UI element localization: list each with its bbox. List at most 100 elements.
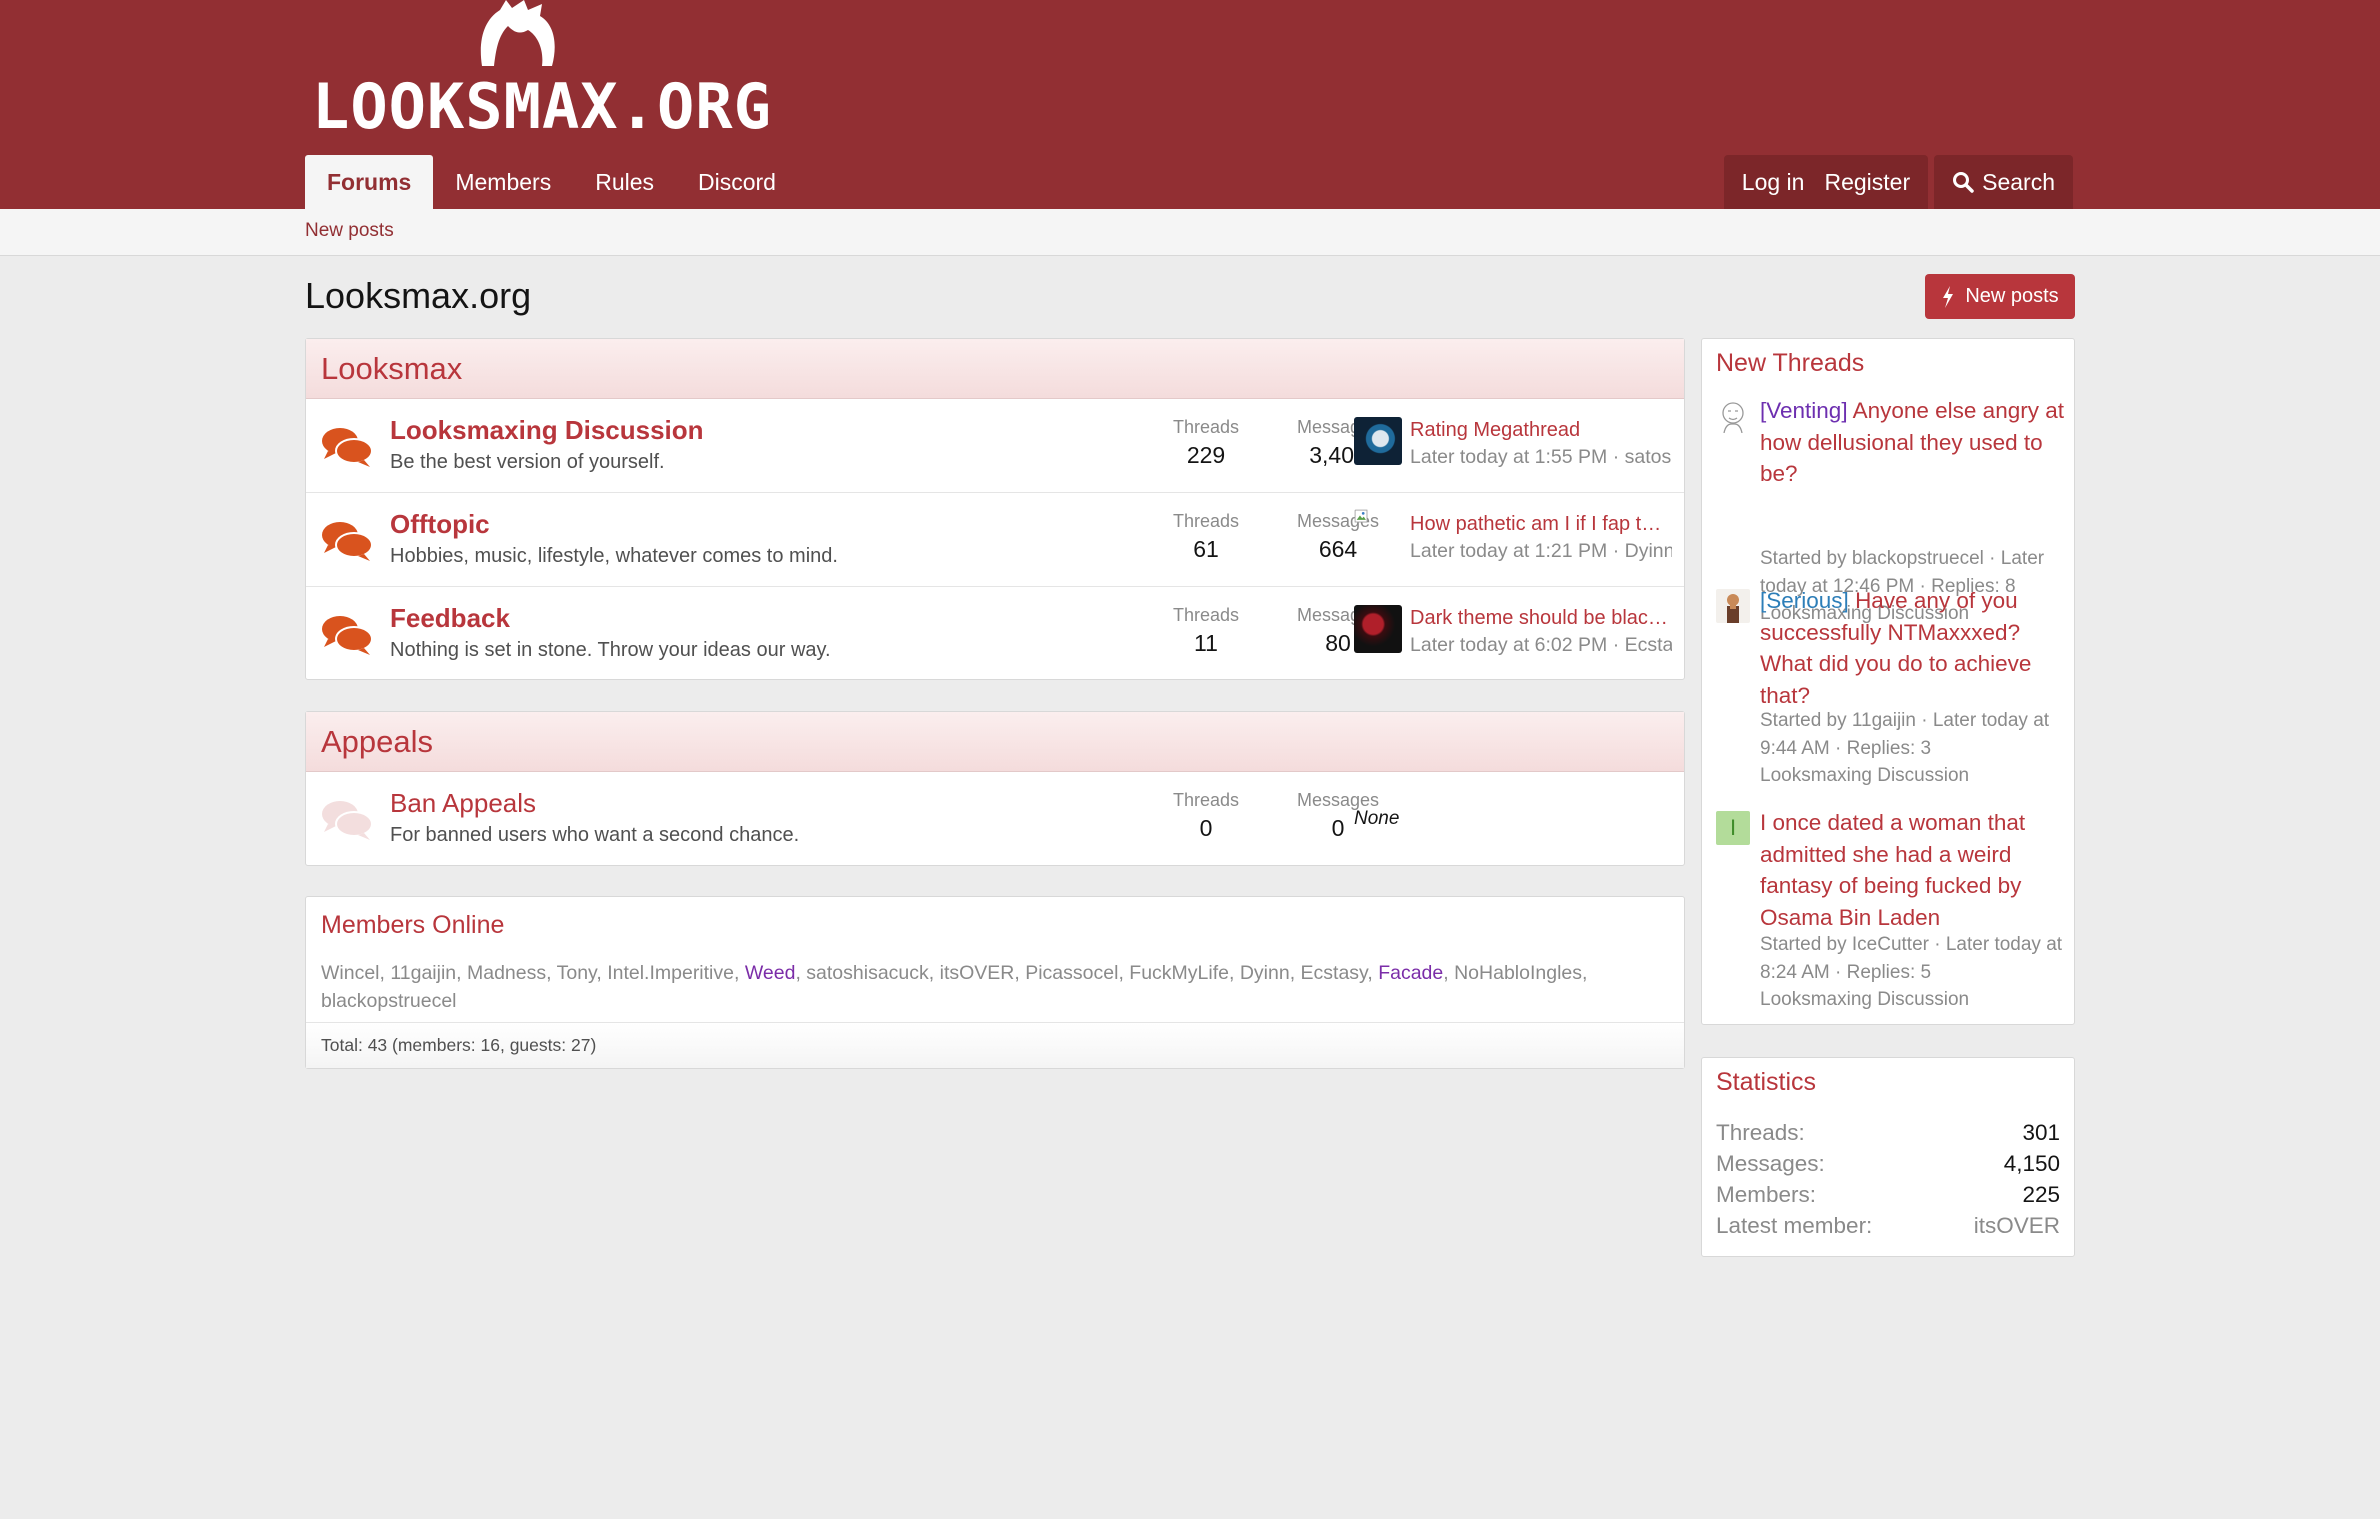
nav-tab-rules[interactable]: Rules xyxy=(573,155,676,209)
member-link[interactable]: Dyinn xyxy=(1240,962,1290,984)
search-label: Search xyxy=(1982,168,2055,195)
member-link[interactable]: Madness xyxy=(467,962,546,984)
thread-title[interactable]: [Venting] Anyone else angry at how dellu… xyxy=(1760,395,2066,490)
members-online-total: Total: 43 (members: 16, guests: 27) xyxy=(306,1022,1684,1068)
logo-text: LOOKSMAX.ORG xyxy=(312,70,772,143)
last-post-title[interactable]: How pathetic am I if I fap to… xyxy=(1410,513,1672,536)
last-post-title[interactable]: Dark theme should be blac… xyxy=(1410,607,1672,630)
member-link[interactable]: Picassocel xyxy=(1025,962,1118,984)
member-link[interactable]: NoHabloIngles xyxy=(1454,962,1582,984)
threads-stat: Threads 61 xyxy=(1146,511,1266,563)
forum-title[interactable]: Ban Appeals xyxy=(390,788,536,819)
nav-tab-forums[interactable]: Forums xyxy=(305,155,434,209)
threads-count: 229 xyxy=(1186,442,1226,468)
threads-stat: Threads 0 xyxy=(1146,790,1266,842)
new-posts-button-label: New posts xyxy=(1965,285,2059,307)
member-link[interactable]: Wincel xyxy=(321,962,380,984)
member-link[interactable]: Tony xyxy=(557,962,597,984)
member-link[interactable]: Ecstasy xyxy=(1301,962,1368,984)
thread-meta: Started by 11gaijin · Later today at 9:4… xyxy=(1760,710,2050,759)
last-post-meta: Later today at 1:55 PM · satos xyxy=(1410,446,1672,468)
stat-label: Members: xyxy=(1716,1182,1817,1207)
broken-image-icon[interactable] xyxy=(1354,509,1380,535)
member-link[interactable]: FuckMyLife xyxy=(1129,962,1229,984)
search-button[interactable]: Search xyxy=(1942,169,2065,196)
threads-label: Threads xyxy=(1172,511,1240,531)
forum-node: Offtopic Hobbies, music, lifestyle, what… xyxy=(306,493,1684,587)
messages-stat: Messages 664 xyxy=(1278,511,1398,563)
thread-prefix[interactable]: [Venting] xyxy=(1760,398,1848,423)
nav-tab-discord[interactable]: Discord xyxy=(676,155,798,209)
last-post-none: None xyxy=(1354,808,1400,829)
stat-value: 301 xyxy=(2022,1120,2060,1145)
user-avatar[interactable] xyxy=(1716,589,1750,623)
members-online-title[interactable]: Members Online xyxy=(321,911,504,940)
member-link[interactable]: 11gaijin xyxy=(390,962,456,984)
category-header[interactable]: Appeals xyxy=(306,712,1684,772)
member-link[interactable]: Facade xyxy=(1378,962,1443,984)
subnav-new-posts-link[interactable]: New posts xyxy=(305,220,394,242)
site-logo[interactable]: LOOKSMAX.ORG xyxy=(312,0,771,140)
forum-chat-icon xyxy=(322,616,373,655)
last-post-avatar[interactable] xyxy=(1354,417,1402,465)
threads-label: Threads xyxy=(1172,605,1240,625)
new-posts-button[interactable]: New posts xyxy=(1925,274,2075,319)
member-link[interactable]: blackopstruecel xyxy=(321,990,457,1012)
user-avatar-letter[interactable]: I xyxy=(1716,811,1750,845)
search-icon xyxy=(1953,172,1974,193)
statistics-title: Statistics xyxy=(1716,1068,1817,1096)
thread-meta: Started by IceCutter · Later today at 8:… xyxy=(1760,934,2063,983)
thread-prefix[interactable]: [Serious] xyxy=(1760,588,1849,613)
forum-title[interactable]: Feedback xyxy=(390,603,510,634)
statistics-block: Statistics Threads: 301 Messages: 4,150 … xyxy=(1701,1057,2075,1257)
forum-chat-icon xyxy=(322,522,373,561)
forum-node: Feedback Nothing is set in stone. Throw … xyxy=(306,587,1684,681)
member-link[interactable]: itsOVER xyxy=(940,962,1015,984)
register-button[interactable]: Register xyxy=(1814,169,1920,196)
member-link[interactable]: Weed xyxy=(745,962,796,984)
last-post-title[interactable]: Rating Megathread xyxy=(1410,419,1672,442)
forum-description: Hobbies, music, lifestyle, whatever come… xyxy=(390,545,838,567)
sub-nav: New posts xyxy=(0,209,2380,256)
stat-row-latest-member: Latest member: itsOVER xyxy=(1716,1213,2060,1239)
last-post-avatar[interactable] xyxy=(1354,605,1402,653)
threads-stat: Threads 11 xyxy=(1146,605,1266,657)
category-header[interactable]: Looksmax xyxy=(306,339,1684,399)
messages-count: 664 xyxy=(1318,536,1358,562)
thread-title[interactable]: [Serious] Have any of you successfully N… xyxy=(1760,585,2066,711)
forum-title[interactable]: Looksmaxing Discussion xyxy=(390,415,704,446)
stat-value[interactable]: itsOVER xyxy=(1974,1213,2060,1239)
user-avatar[interactable] xyxy=(1716,399,1750,433)
member-link[interactable]: satoshisacuck xyxy=(806,962,928,984)
category-appeals: Appeals Ban Appeals For banned users who… xyxy=(305,711,1685,866)
forum-description: Be the best version of yourself. xyxy=(390,451,665,473)
threads-stat: Threads 229 xyxy=(1146,417,1266,469)
stat-value: 225 xyxy=(2022,1182,2060,1207)
forum-title[interactable]: Offtopic xyxy=(390,509,490,540)
member-link[interactable]: Intel.Imperitive xyxy=(607,962,734,984)
thread-forum-link[interactable]: Looksmaxing Discussion xyxy=(1760,986,2066,1014)
threads-label: Threads xyxy=(1172,417,1240,437)
nav-tab-members[interactable]: Members xyxy=(433,155,573,209)
stat-label: Messages: xyxy=(1716,1151,1825,1176)
forum-chat-icon-read xyxy=(322,801,373,840)
thread-title[interactable]: I once dated a woman that admitted she h… xyxy=(1760,807,2066,933)
thread-forum-link[interactable]: Looksmaxing Discussion xyxy=(1760,762,2066,790)
forum-node: Ban Appeals For banned users who want a … xyxy=(306,772,1684,866)
login-button[interactable]: Log in xyxy=(1732,169,1815,196)
search-group: Search xyxy=(1934,155,2073,209)
members-online-block: Members Online Wincel, 11gaijin, Madness… xyxy=(305,896,1685,1069)
last-post-meta: Later today at 6:02 PM · Ecsta xyxy=(1410,634,1672,656)
stat-row-threads: Threads: 301 xyxy=(1716,1120,2060,1146)
threads-label: Threads xyxy=(1172,790,1240,810)
new-threads-title: New Threads xyxy=(1716,349,1865,377)
threads-count: 0 xyxy=(1199,815,1213,841)
forum-node: Looksmaxing Discussion Be the best versi… xyxy=(306,399,1684,493)
page-title: Looksmax.org xyxy=(305,275,532,316)
site-header: LOOKSMAX.ORG Forums Members Rules Discor… xyxy=(0,0,2380,209)
main-nav: Forums Members Rules Discord xyxy=(305,155,798,209)
forum-description: For banned users who want a second chanc… xyxy=(390,824,800,846)
forum-description: Nothing is set in stone. Throw your idea… xyxy=(390,639,831,661)
stat-label: Latest member: xyxy=(1716,1213,1873,1238)
category-looksmax: Looksmax Looksmaxing Discussion Be the b… xyxy=(305,338,1685,680)
